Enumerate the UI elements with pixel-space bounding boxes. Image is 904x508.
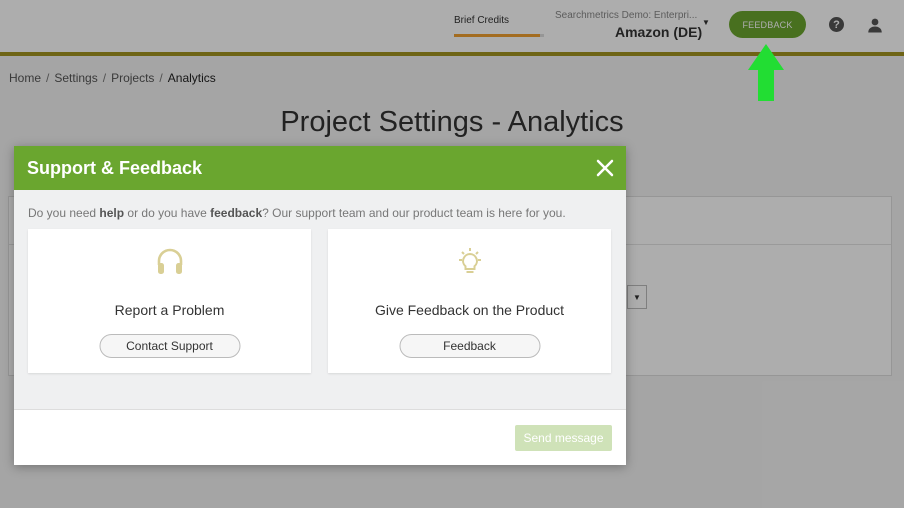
intro-prefix: Do you need (28, 206, 100, 220)
close-icon[interactable] (596, 159, 614, 177)
intro-suffix: ? Our support team and our product team … (262, 206, 566, 220)
lightbulb-icon (458, 248, 481, 273)
product-feedback-title: Give Feedback on the Product (374, 302, 565, 318)
intro-feedback: feedback (210, 206, 263, 220)
modal-footer: Send message (14, 409, 626, 465)
report-problem-title: Report a Problem (114, 302, 225, 318)
intro-help: help (99, 206, 125, 220)
feedback-option-button[interactable]: Feedback (399, 334, 540, 358)
intro-mid: or do you have (124, 206, 211, 220)
product-feedback-card: Give Feedback on the Product Feedback (328, 229, 611, 373)
support-feedback-modal: Support & Feedback Do you need help or d… (14, 146, 626, 465)
report-problem-card: Report a Problem Contact Support (28, 229, 311, 373)
send-message-button[interactable]: Send message (515, 425, 612, 451)
contact-support-button[interactable]: Contact Support (99, 334, 240, 358)
modal-intro: Do you need help or do you have feedback… (28, 206, 566, 220)
arrow-up-icon (748, 44, 784, 101)
headphones-icon (157, 248, 182, 274)
modal-title: Support & Feedback (27, 157, 203, 178)
modal-header: Support & Feedback (14, 146, 626, 190)
